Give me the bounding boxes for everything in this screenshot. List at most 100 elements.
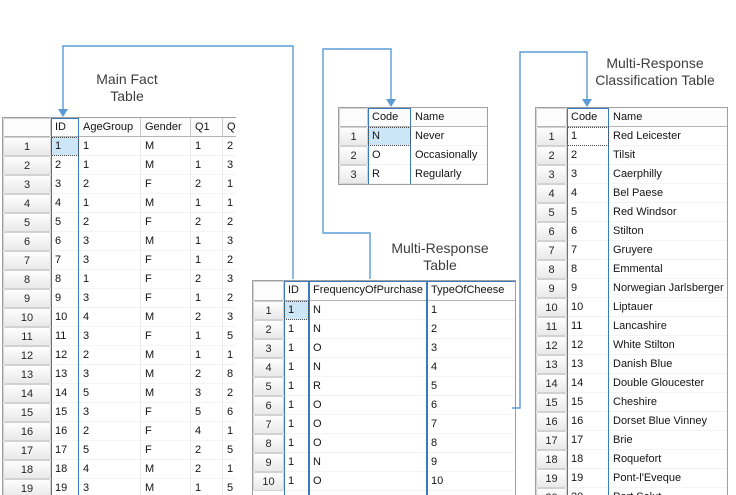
row-number-cell[interactable]: 11 xyxy=(536,317,567,336)
column-header-code[interactable]: Code xyxy=(368,108,411,127)
data-cell[interactable]: 8 xyxy=(51,270,79,289)
row-number-cell[interactable]: 1 xyxy=(3,137,51,156)
row-number-cell[interactable]: 19 xyxy=(3,479,51,495)
data-cell[interactable]: 3 xyxy=(79,403,141,422)
data-cell[interactable]: Lancashire xyxy=(609,317,728,336)
row-number-cell[interactable]: 2 xyxy=(339,146,368,165)
data-cell[interactable]: Never xyxy=(411,127,488,146)
row-number-cell[interactable]: 8 xyxy=(3,270,51,289)
data-cell[interactable]: 5 xyxy=(427,377,516,396)
data-cell[interactable]: 1 xyxy=(223,175,236,194)
data-cell[interactable]: 5 xyxy=(191,403,223,422)
row-number-cell[interactable]: 10 xyxy=(536,298,567,317)
data-cell[interactable]: 2 xyxy=(191,441,223,460)
data-cell[interactable]: 6 xyxy=(427,396,516,415)
data-cell[interactable]: Emmental xyxy=(609,260,728,279)
row-number-cell[interactable]: 3 xyxy=(253,339,284,358)
data-cell[interactable]: 1 xyxy=(191,251,223,270)
data-cell[interactable]: O xyxy=(309,415,427,434)
row-number-header[interactable] xyxy=(253,281,284,301)
data-cell[interactable]: 3 xyxy=(191,384,223,403)
data-cell[interactable]: M xyxy=(141,232,191,251)
data-cell[interactable]: F xyxy=(141,175,191,194)
data-cell[interactable]: 3 xyxy=(223,308,236,327)
data-cell[interactable]: N xyxy=(368,127,411,146)
data-cell[interactable]: 2 xyxy=(223,137,236,156)
data-cell[interactable]: M xyxy=(141,194,191,213)
row-number-cell[interactable]: 9 xyxy=(536,279,567,298)
row-number-cell[interactable]: 14 xyxy=(3,384,51,403)
data-cell[interactable]: 4 xyxy=(79,460,141,479)
column-header-id[interactable]: ID xyxy=(51,118,79,137)
row-number-cell[interactable]: 18 xyxy=(536,450,567,469)
data-cell[interactable]: 1 xyxy=(79,270,141,289)
data-cell[interactable]: 17 xyxy=(567,431,609,450)
row-number-cell[interactable]: 12 xyxy=(536,336,567,355)
row-number-cell[interactable]: 10 xyxy=(3,308,51,327)
row-number-cell[interactable]: 7 xyxy=(253,415,284,434)
data-cell[interactable]: F xyxy=(141,213,191,232)
data-cell[interactable]: 1 xyxy=(191,327,223,346)
data-cell[interactable]: 5 xyxy=(51,213,79,232)
data-cell[interactable]: N xyxy=(309,320,427,339)
data-cell[interactable]: 4 xyxy=(567,184,609,203)
data-cell[interactable]: 1 xyxy=(284,434,309,453)
data-cell[interactable]: 2 xyxy=(51,156,79,175)
data-cell[interactable]: 1 xyxy=(567,127,609,146)
data-cell[interactable]: 2 xyxy=(427,320,516,339)
data-cell[interactable]: 13 xyxy=(51,365,79,384)
row-number-header[interactable] xyxy=(3,118,51,137)
data-cell[interactable]: 2 xyxy=(223,213,236,232)
data-cell[interactable]: F xyxy=(141,251,191,270)
row-number-cell[interactable]: 6 xyxy=(536,222,567,241)
data-cell[interactable]: Regularly xyxy=(411,165,488,184)
column-header-typeofcheese[interactable]: TypeOfCheese xyxy=(427,281,516,301)
row-number-cell[interactable]: 14 xyxy=(536,374,567,393)
data-cell[interactable]: Liptauer xyxy=(609,298,728,317)
row-number-cell[interactable]: 2 xyxy=(253,320,284,339)
row-number-cell[interactable]: 17 xyxy=(3,441,51,460)
column-header-name[interactable]: Name xyxy=(411,108,488,127)
column-header-q1[interactable]: Q1 xyxy=(191,118,223,137)
data-cell[interactable]: 2 xyxy=(79,175,141,194)
data-cell[interactable]: Caerphilly xyxy=(609,165,728,184)
data-cell[interactable]: 3 xyxy=(427,339,516,358)
data-cell[interactable]: 5 xyxy=(567,203,609,222)
data-cell[interactable]: 18 xyxy=(567,450,609,469)
column-header-gender[interactable]: Gender xyxy=(141,118,191,137)
data-cell[interactable]: R xyxy=(368,165,411,184)
data-cell[interactable]: 3 xyxy=(79,232,141,251)
data-cell[interactable]: 18 xyxy=(51,460,79,479)
data-cell[interactable]: 1 xyxy=(191,156,223,175)
data-cell[interactable]: Double Gloucester xyxy=(609,374,728,393)
data-cell[interactable]: Pont-l'Eveque xyxy=(609,469,728,488)
column-header-code[interactable]: Code xyxy=(567,108,609,127)
data-cell[interactable]: 17 xyxy=(51,441,79,460)
data-cell[interactable]: M xyxy=(141,479,191,495)
data-cell[interactable]: Brie xyxy=(609,431,728,450)
data-cell[interactable]: F xyxy=(141,270,191,289)
data-cell[interactable]: 3 xyxy=(223,270,236,289)
row-number-header[interactable] xyxy=(536,108,567,127)
row-number-cell[interactable]: 11 xyxy=(3,327,51,346)
column-header-name[interactable]: Name xyxy=(609,108,728,127)
data-cell[interactable]: F xyxy=(141,441,191,460)
data-cell[interactable]: Norwegian Jarlsberger xyxy=(609,279,728,298)
data-cell[interactable]: 19 xyxy=(567,469,609,488)
data-cell[interactable]: 1 xyxy=(51,137,79,156)
data-cell[interactable]: 3 xyxy=(79,365,141,384)
data-cell[interactable]: 1 xyxy=(79,194,141,213)
column-header-id[interactable]: ID xyxy=(284,281,309,301)
row-number-cell[interactable]: 13 xyxy=(536,355,567,374)
data-cell[interactable]: M xyxy=(141,384,191,403)
row-number-cell[interactable]: 15 xyxy=(3,403,51,422)
row-number-cell[interactable]: 2 xyxy=(536,146,567,165)
data-cell[interactable]: 1 xyxy=(284,453,309,472)
data-cell[interactable]: 1 xyxy=(223,422,236,441)
data-cell[interactable]: 16 xyxy=(567,412,609,431)
data-cell[interactable]: 2 xyxy=(79,213,141,232)
row-number-cell[interactable]: 1 xyxy=(253,301,284,320)
data-cell[interactable]: 11 xyxy=(51,327,79,346)
row-number-cell[interactable]: 12 xyxy=(3,346,51,365)
data-cell[interactable]: 20 xyxy=(567,488,609,495)
